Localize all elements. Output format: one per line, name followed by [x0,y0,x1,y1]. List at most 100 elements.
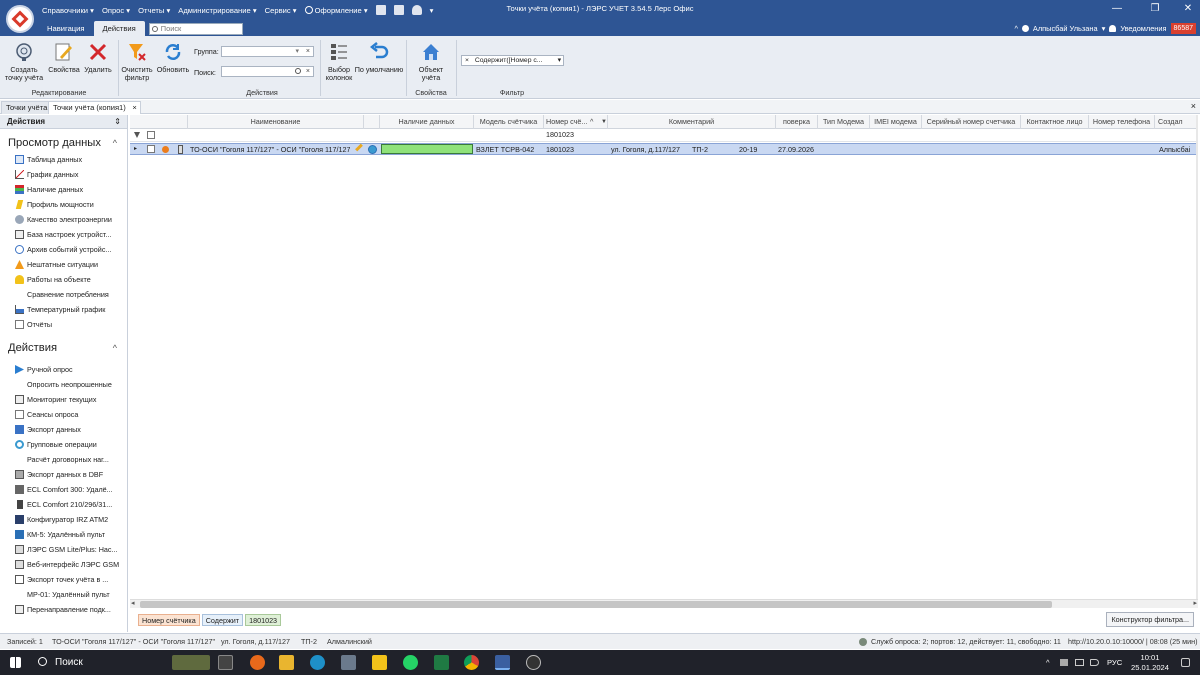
properties-button[interactable]: Свойства [46,42,82,74]
row-checkbox[interactable] [147,145,155,153]
doc-tab-points-copy[interactable]: Точки учёта (копия1) × [48,101,141,114]
globe-icon[interactable] [368,145,377,154]
col-header-check[interactable]: поверка [776,115,818,129]
sidebar-item-power-profile[interactable]: Профиль мощности [0,197,127,212]
collapse-ribbon-icon[interactable]: ^ [1014,24,1017,33]
chrome-icon[interactable] [464,655,479,670]
tab-actions[interactable]: Действия [93,21,145,36]
col-header-data[interactable]: Наличие данных [380,115,474,129]
sidebar-item-contract-loads[interactable]: Расчёт договорных наг... [0,452,127,467]
menu-admin[interactable]: Администрирование ▾ [174,6,260,15]
scroll-right-icon[interactable]: ▸ [1193,599,1197,607]
group-dropdown-icon[interactable]: ▾ [295,47,299,56]
group-clear-icon[interactable]: × [306,47,310,56]
account-object-button[interactable]: Объект учёта [410,42,452,82]
filter-builder-button[interactable]: Конструктор фильтра... [1106,612,1194,627]
quick-access-dropdown[interactable]: ▾ [426,6,438,15]
close-all-icon[interactable]: × [1191,101,1196,111]
filter-chip-value[interactable]: 1801023 [245,614,282,626]
sidebar-item-poll-unpolled[interactable]: Опросить неопрошенные [0,377,127,392]
menu-poll[interactable]: Опрос ▾ [98,6,134,15]
sidebar-item-gsm-web[interactable]: Веб-интерфейс ЛЭРС GSM [0,557,127,572]
table-row[interactable]: ▸ ТО-ОСИ "Гоголя 117/127" - ОСИ "Гоголя … [130,143,1198,155]
group-combo[interactable]: ▾ × [221,46,314,57]
horizontal-scrollbar[interactable]: ◂ ▸ [130,599,1198,608]
row-name[interactable]: ТО-ОСИ "Гоголя 117/127" - ОСИ "Гоголя 11… [190,144,350,155]
whatsapp-icon[interactable] [403,655,418,670]
col-header-modem[interactable]: Тип Модема [818,115,870,129]
col-header-created[interactable]: Создал [1155,115,1198,129]
ribbon-search-input[interactable]: × [221,66,314,77]
filter-remove-icon[interactable]: × [465,57,469,64]
search-input[interactable]: Поиск [148,23,243,35]
filter-number-value[interactable]: 1801023 [546,130,574,139]
section-view-data[interactable]: Просмотр данных ^ [0,135,127,151]
col-header-imei[interactable]: IMEI модема [870,115,922,129]
sidebar-item-data-chart[interactable]: График данных [0,167,127,182]
taskbar-search[interactable]: Поиск [55,650,83,675]
sidebar-item-export-dbf[interactable]: Экспорт данных в DBF [0,467,127,482]
menu-dictionaries[interactable]: Справочники ▾ [38,6,98,15]
folder-icon[interactable] [372,655,387,670]
widget-icon[interactable] [172,655,210,670]
search-clear-icon[interactable]: × [306,67,310,76]
menu-reports[interactable]: Отчеты ▾ [134,6,174,15]
sidebar-item-consumption-compare[interactable]: Сравнение потребления [0,287,127,302]
edge-icon[interactable] [310,655,325,670]
collapse-icon[interactable]: ^ [113,340,117,356]
sidebar-item-reports[interactable]: Отчёты [0,317,127,332]
collapse-icon[interactable]: ^ [113,135,117,151]
obs-icon[interactable] [526,655,541,670]
col-header-serial[interactable]: Серийный номер счетчика [922,115,1021,129]
volume-icon[interactable] [1090,659,1099,666]
notifications-link[interactable]: Уведомления [1120,24,1166,33]
clear-filter-button[interactable]: Очистить фильтр [120,42,154,82]
lers-app-icon[interactable] [495,655,510,670]
sidebar-item-group-operations[interactable]: Групповые операции [0,437,127,452]
active-filter-combo[interactable]: × Содержит([Номер с... ▾ [461,55,564,66]
sidebar-item-ecl300[interactable]: ECL Comfort 300: Удалё... [0,482,127,497]
edit-pencil-icon[interactable] [355,143,363,152]
column-filter-icon[interactable]: ▼ [601,115,607,129]
window-icon[interactable] [375,5,386,15]
sidebar-item-device-settings[interactable]: База настроек устройст... [0,227,127,242]
clock-date[interactable]: 25.01.2024 [1126,655,1174,680]
sidebar-item-km5-remote[interactable]: КМ-5: Удалённый пульт [0,527,127,542]
choose-columns-button[interactable]: Выбор колонок [322,42,356,82]
network-icon[interactable] [1075,659,1084,666]
sidebar-item-poll-sessions[interactable]: Сеансы опроса [0,407,127,422]
minimize-button[interactable]: — [1105,2,1129,16]
maximize-button[interactable]: ❐ [1143,2,1167,16]
col-header-comment[interactable]: Комментарий [608,115,776,129]
calc-icon[interactable] [393,5,404,15]
sidebar-item-ecl210[interactable]: ECL Comfort 210/296/31... [0,497,127,512]
sidebar-item-monitoring[interactable]: Мониторинг текущих [0,392,127,407]
sidebar-item-data-export[interactable]: Экспорт данных [0,422,127,437]
browser-icon[interactable] [250,655,265,670]
bell-icon[interactable] [411,5,422,15]
input-language[interactable]: РУС [1107,650,1122,675]
calculator-icon[interactable] [341,655,356,670]
notification-center-icon[interactable] [1181,658,1190,667]
sidebar-item-manual-poll[interactable]: Ручной опрос [0,362,127,377]
sidebar-item-redirect[interactable]: Перенаправление подк... [0,602,127,617]
sidebar-item-mr01-remote[interactable]: МР-01: Удалённый пульт [0,587,127,602]
create-point-button[interactable]: Создать точку учёта [2,42,46,82]
user-name[interactable]: Алпысбай Ульзана [1033,24,1098,33]
col-header-phone[interactable]: Номер телефона [1089,115,1155,129]
menu-service[interactable]: Сервис ▾ [261,6,301,15]
col-header-name[interactable]: Наименование [188,115,364,129]
pin-icon[interactable]: ⇕ [114,115,121,129]
scroll-left-icon[interactable]: ◂ [131,599,135,607]
sidebar-item-site-works[interactable]: Работы на объекте [0,272,127,287]
store-icon[interactable] [279,655,294,670]
app-logo[interactable] [6,5,34,33]
sidebar-item-gsm-settings[interactable]: ЛЭРС GSM Lite/Plus: Нас... [0,542,127,557]
close-tab-icon[interactable]: × [132,102,136,114]
windows-start-icon[interactable] [10,657,21,668]
menu-appearance[interactable]: Оформление ▾ [301,6,372,15]
excel-icon[interactable] [434,655,449,670]
sidebar-item-power-quality[interactable]: Качество электроэнергии [0,212,127,227]
sidebar-item-irz-config[interactable]: Конфигуратор IRZ ATM2 [0,512,127,527]
filter-dropdown-icon[interactable]: ▾ [558,56,561,65]
